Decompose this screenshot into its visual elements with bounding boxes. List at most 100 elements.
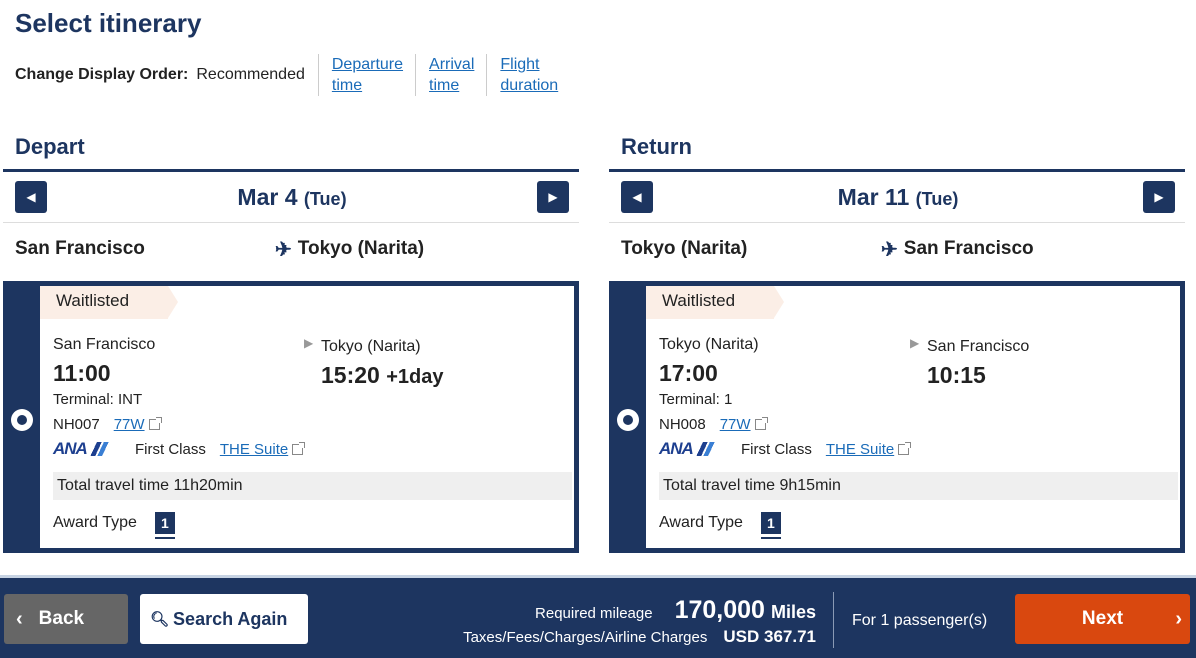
seat-type-link[interactable]: THE Suite [220,441,288,458]
route-to: Tokyo (Narita) [297,238,425,259]
date-text: Mar 4 [237,183,298,210]
cabin-row: ANA First Class THE Suite [659,439,912,459]
airline-logo-text: ANA [53,439,88,458]
depart-date: Mar 4 (Tue) [237,184,346,211]
route-from: Tokyo (Narita) [621,238,748,259]
arrival-city: San Francisco [927,338,1030,355]
arrow-right-icon: ▶ [304,336,314,350]
award-type-row: Award Type 1 [659,512,781,539]
departure-city: San Francisco [53,336,156,353]
departure-time: 11:00 [53,360,111,386]
mileage-value: 170,000 [674,596,765,624]
departure-city: Tokyo (Narita) [659,336,759,353]
day-offset: +1day [386,366,444,388]
display-order-label: Change Display Order: [15,66,189,83]
next-date-button[interactable]: ▶ [1143,181,1175,213]
flight-select-radio[interactable] [11,409,33,431]
departure-time: 17:00 [659,360,718,386]
arrival-time: 10:15 [927,362,1029,389]
flight-number: NH007 [53,416,100,433]
flight-number-row: NH008 77W [659,416,768,433]
seat-type-link[interactable]: THE Suite [826,441,894,458]
depart-route: San Francisco ✈ Tokyo (Narita) [3,223,579,275]
flight-option-card[interactable]: Waitlisted Tokyo (Narita) 17:00 ▶ San Fr… [609,281,1185,553]
date-text: Mar 11 [837,183,910,210]
flight-number: NH008 [659,416,706,433]
aircraft-link[interactable]: 77W [114,416,145,433]
cabin-row: ANA First Class THE Suite [53,439,306,459]
search-again-button[interactable]: 🔍︎ Search Again [140,594,308,644]
flight-number-row: NH007 77W [53,416,162,433]
depart-heading: Depart [3,128,579,172]
display-order-bar: Change Display Order: Recommended Depart… [15,54,570,96]
airplane-icon: ✈ [275,238,292,261]
prev-date-button[interactable]: ◀ [15,181,47,213]
external-link-icon [898,441,912,455]
award-type-badge[interactable]: 1 [760,512,781,539]
link-line: duration [500,77,559,94]
next-date-button[interactable]: ▶ [536,181,569,213]
cabin-class: First Class [135,440,206,458]
arrival-time-value: 15:20 [321,362,380,388]
divider [833,592,834,648]
sort-departure-time-link[interactable]: Departure time [317,54,415,96]
flight-option-card[interactable]: Waitlisted San Francisco 11:00 ▶ Tokyo (… [3,281,579,553]
chevron-right-icon: › [1175,607,1182,630]
link-line: Arrival [429,56,475,73]
back-button[interactable]: ‹ Back [4,594,128,644]
flight-details: Waitlisted San Francisco 11:00 ▶ Tokyo (… [40,286,574,548]
award-type-label: Award Type [659,514,743,531]
next-label: Next [1081,608,1124,629]
arrow-right-icon: ▶ [910,336,920,350]
passenger-count: For 1 passenger(s) [852,612,988,629]
taxes-label: Taxes/Fees/Charges/Airline Charges [463,629,708,646]
airline-logo-text: ANA [659,439,694,458]
departure-segment: San Francisco 11:00 [53,336,155,387]
sort-flight-duration-link[interactable]: Flight duration [486,54,570,96]
flight-details: Waitlisted Tokyo (Narita) 17:00 ▶ San Fr… [646,286,1180,548]
day-of-week: (Tue) [915,188,959,209]
departure-segment: Tokyo (Narita) 17:00 [659,336,759,387]
status-badge: Waitlisted [40,286,178,319]
return-column: Return ◀ Mar 11 (Tue) ▶ Tokyo (Narita) ✈… [609,128,1185,553]
award-type-badge[interactable]: 1 [154,512,175,539]
external-link-icon [292,441,306,455]
external-link-icon [148,417,162,430]
depart-column: Depart ◀ Mar 4 (Tue) ▶ San Francisco ✈ T… [3,128,579,553]
mileage-label: Required mileage [535,605,653,622]
link-line: time [331,77,363,94]
aircraft-link[interactable]: 77W [720,416,751,433]
return-heading: Return [609,128,1185,172]
return-date-row: ◀ Mar 11 (Tue) ▶ [609,172,1185,223]
day-of-week: (Tue) [303,188,347,209]
airline-logo: ANA [53,439,117,459]
total-travel-time: Total travel time 11h20min [53,472,572,500]
arrival-city: Tokyo (Narita) [321,338,421,355]
price-summary: Required mileage 170,000 Miles Taxes/Fee… [463,596,816,647]
link-line: Flight [500,56,540,73]
back-label: Back [38,608,85,629]
depart-date-row: ◀ Mar 4 (Tue) ▶ [3,172,579,223]
chevron-left-icon: ‹ [16,607,23,630]
award-type-row: Award Type 1 [53,512,175,539]
link-line: Departure [331,56,404,73]
flight-select-radio[interactable] [617,409,639,431]
terminal-info: Terminal: INT [53,391,143,408]
link-line: time [429,77,460,94]
route-to: San Francisco [903,238,1034,259]
airline-logo: ANA [659,439,723,459]
sort-arrival-time-link[interactable]: Arrival time [415,54,486,96]
taxes-value: USD 367.71 [723,627,816,646]
route-from: San Francisco [15,238,145,259]
cabin-class: First Class [741,440,812,458]
return-date: Mar 11 (Tue) [838,184,959,211]
prev-date-button[interactable]: ◀ [621,181,653,213]
arrival-time-value: 10:15 [927,362,986,388]
terminal-info: Terminal: 1 [659,391,733,408]
mileage-unit: Miles [770,602,816,622]
total-travel-time: Total travel time 9h15min [659,472,1178,500]
arrival-segment: Tokyo (Narita) 15:20 +1day [321,338,443,389]
next-button[interactable]: Next › [1015,594,1190,644]
external-link-icon [754,417,768,430]
page-title: Select itinerary [15,8,202,38]
